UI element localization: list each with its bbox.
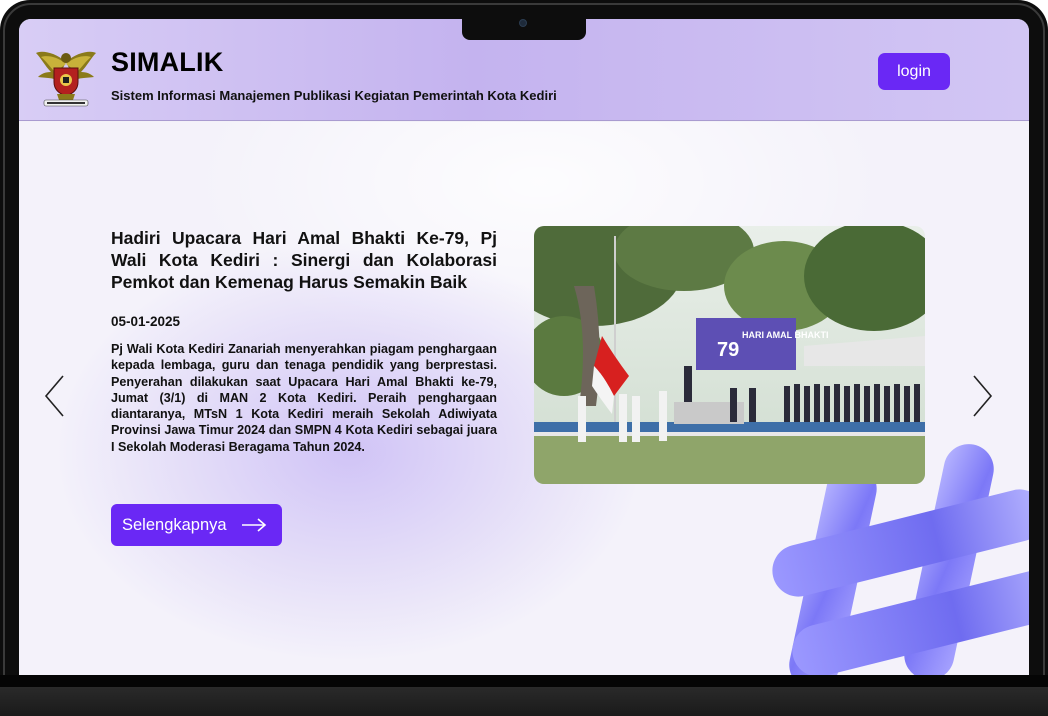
screen: SIMALIK Sistem Informasi Manajemen Publi… — [19, 19, 1029, 675]
news-photo: HARI AMAL BHAKTI 79 — [534, 226, 925, 484]
banner-text: HARI AMAL BHAKTI — [742, 330, 829, 340]
read-more-label: Selengkapnya — [122, 515, 227, 534]
app-subtitle: Sistem Informasi Manajemen Publikasi Keg… — [111, 88, 557, 103]
screen-bezel-bottom — [0, 675, 1048, 687]
banner-number: 79 — [717, 339, 739, 361]
read-more-button[interactable]: Selengkapnya — [111, 504, 282, 546]
camera-notch — [462, 14, 586, 40]
app-title: SIMALIK — [111, 47, 224, 77]
news-summary: Pj Wali Kota Kediri Zanariah menyerahkan… — [111, 342, 497, 454]
login-button[interactable]: login — [878, 53, 950, 90]
laptop-base — [0, 687, 1048, 716]
garuda-emblem-icon — [36, 51, 96, 107]
arrow-right-icon — [241, 518, 266, 532]
camera-icon — [519, 19, 527, 27]
chevron-right-icon[interactable] — [970, 374, 994, 418]
news-date: 05-01-2025 — [111, 314, 181, 329]
laptop-frame: SIMALIK Sistem Informasi Manajemen Publi… — [0, 0, 1048, 716]
news-carousel: Hadiri Upacara Hari Amal Bhakti Ke-79, P… — [19, 122, 1029, 675]
chevron-left-icon[interactable] — [43, 374, 67, 418]
news-title: Hadiri Upacara Hari Amal Bhakti Ke-79, P… — [111, 228, 497, 292]
